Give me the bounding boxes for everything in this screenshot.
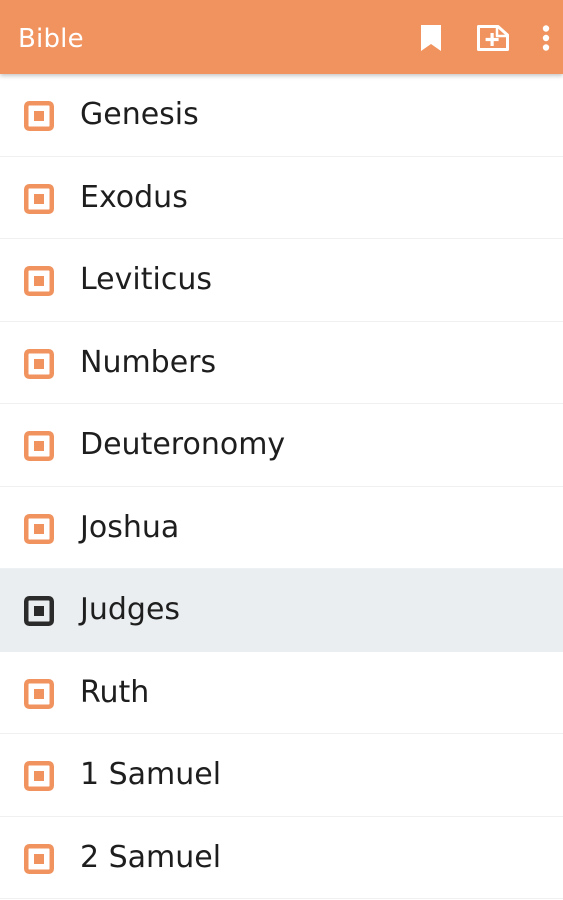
book-icon — [24, 513, 54, 544]
bookmark-button[interactable] — [411, 16, 451, 60]
book-icon — [24, 761, 54, 791]
book-icon — [24, 348, 54, 379]
book-name: Exodus — [80, 179, 188, 215]
book-name: 2 Samuel — [80, 839, 222, 875]
book-name: Joshua — [80, 509, 180, 545]
book-list-item[interactable]: 2 Samuel — [0, 816, 563, 899]
app-title: Bible — [18, 24, 84, 54]
book-list-item[interactable]: Deuteronomy — [0, 404, 563, 487]
book-name: Deuteronomy — [80, 427, 286, 462]
book-list: Genesis Exodus Leviticus Numbers Deuteronomy… — [0, 74, 563, 900]
book-icon — [24, 596, 54, 626]
book-icon — [24, 678, 54, 709]
book-list-item[interactable]: Ruth — [0, 651, 563, 734]
app-toolbar: Bible — [0, 0, 563, 74]
book-list-item[interactable]: Judges — [0, 569, 563, 652]
book-icon — [24, 101, 54, 131]
book-icon — [24, 431, 54, 461]
overflow-menu-button[interactable] — [528, 16, 563, 60]
book-icon — [24, 183, 54, 214]
book-name: Ruth — [80, 674, 150, 710]
book-list-item[interactable]: Numbers — [0, 321, 563, 404]
book-name: 1 Samuel — [80, 757, 222, 792]
book-icon — [24, 266, 54, 296]
add-note-button[interactable] — [473, 16, 513, 60]
more-vert-icon — [542, 25, 550, 51]
bible-app: Bible Genesis Exodus Leviticus Numbers Deute… — [0, 0, 563, 900]
book-name: Judges — [80, 592, 181, 627]
book-name: Leviticus — [80, 262, 212, 297]
book-name: Numbers — [80, 344, 217, 380]
book-list-item[interactable]: Leviticus — [0, 239, 563, 322]
book-list-item[interactable]: Exodus — [0, 156, 563, 239]
add-note-icon — [477, 25, 509, 51]
book-list-item[interactable]: Genesis — [0, 74, 563, 157]
book-icon — [24, 843, 54, 874]
book-name: Genesis — [80, 97, 199, 132]
book-list-item[interactable]: 1 Samuel — [0, 734, 563, 817]
book-list-item[interactable]: Joshua — [0, 486, 563, 569]
bookmark-icon — [421, 25, 441, 51]
